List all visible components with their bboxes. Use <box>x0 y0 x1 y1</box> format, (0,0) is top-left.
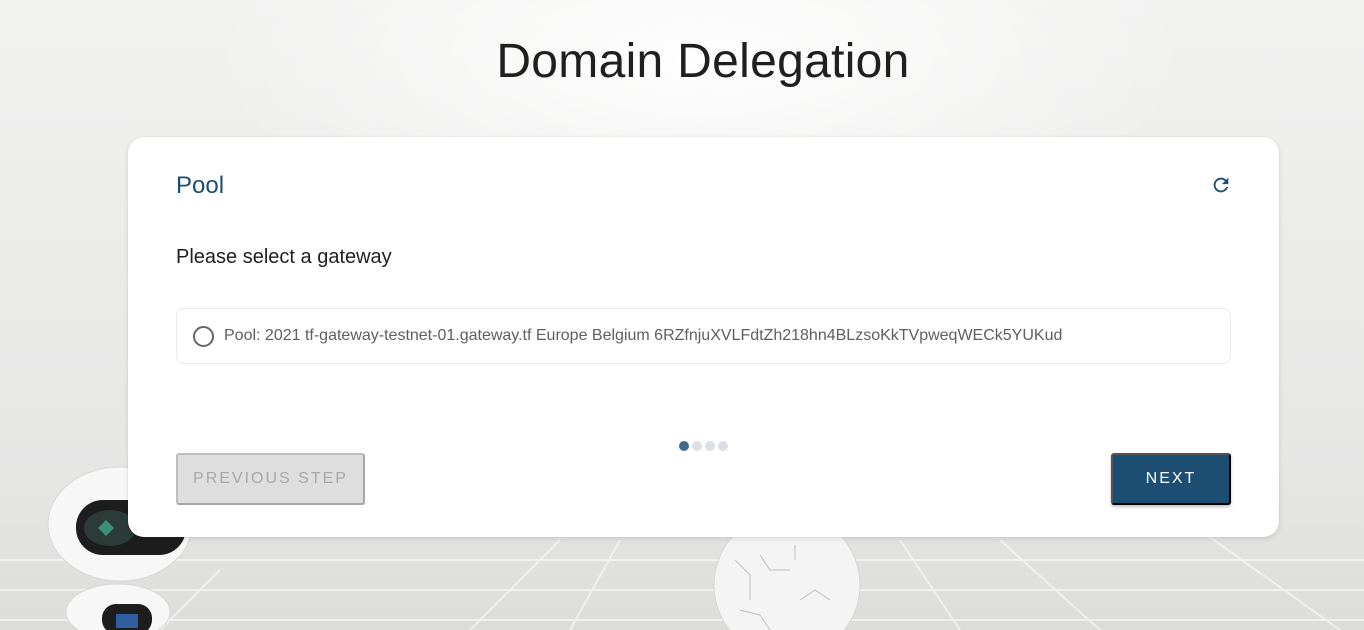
next-button[interactable]: Next <box>1111 453 1231 505</box>
step-indicator <box>679 441 728 451</box>
step-dot-3 <box>705 441 715 451</box>
previous-step-button[interactable]: Previous Step <box>176 453 365 505</box>
step-dot-1 <box>679 441 689 451</box>
gateway-card: Pool Please select a gateway Pool: 2021 … <box>128 137 1279 537</box>
refresh-icon <box>1213 177 1229 193</box>
card-title: Pool <box>176 172 225 199</box>
radio-button[interactable] <box>193 325 214 347</box>
gateway-prompt: Please select a gateway <box>176 246 392 268</box>
page-title: Domain Delegation <box>496 35 910 88</box>
gateway-option[interactable]: Pool: 2021 tf-gateway-testnet-01.gateway… <box>176 308 1231 364</box>
gateway-option-label: Pool: 2021 tf-gateway-testnet-01.gateway… <box>224 327 1063 344</box>
step-dot-4 <box>718 441 728 451</box>
refresh-button[interactable] <box>1209 173 1233 197</box>
step-dot-2 <box>692 441 702 451</box>
